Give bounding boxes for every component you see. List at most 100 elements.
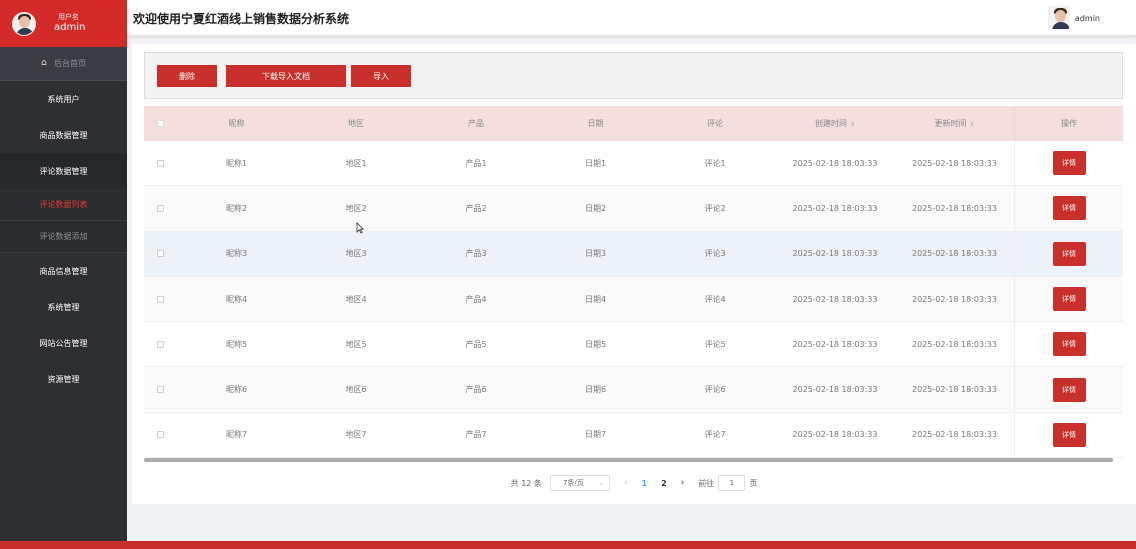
cell-updated: 2025-02-18 18:03:33: [912, 294, 997, 304]
cell-actions: 详情: [1014, 231, 1123, 276]
cell-name: 昵称2: [225, 203, 248, 213]
detail-button[interactable]: 详情: [1052, 151, 1086, 176]
cell-created: 2025-02-18 18:03:33: [792, 430, 878, 440]
sidebar-subitem-review-list[interactable]: 评论数据列表: [0, 189, 127, 221]
detail-button[interactable]: 详情: [1052, 422, 1086, 447]
cell-name: 昵称4: [225, 294, 248, 304]
cell-review: 评论4: [704, 294, 726, 304]
import-button[interactable]: 导入: [351, 65, 411, 87]
row-checkbox[interactable]: [144, 340, 177, 348]
page-title: 欢迎使用宁夏红酒线上销售数据分析系统: [133, 12, 350, 26]
cell-product: 产品7: [465, 430, 487, 440]
toolbar: 删除 下载导入文档 导入: [144, 52, 1123, 99]
table-row[interactable]: 昵称6 地区6 产品6 日期6 评论6 2025-02-18 18:03:33 2025-0…: [144, 367, 1123, 413]
role-label: 用户名: [58, 13, 79, 22]
sidebar-item-announcements[interactable]: 网站公告管理: [0, 325, 127, 361]
detail-button[interactable]: 详情: [1052, 241, 1086, 266]
avatar[interactable]: [1047, 6, 1070, 30]
sidebar-item-home[interactable]: ⌂ 后台首页: [0, 47, 127, 81]
pagination: 共 12 条 7条/页 ⌄ ‹ 1 2 › 前往 1 页: [132, 474, 1136, 492]
sidebar: 用户名 admin ⌂ 后台首页 系统用户 商品数据管理 评论数据管理 评论数据…: [0, 0, 127, 549]
chevron-down-icon: ⌄: [598, 479, 604, 487]
detail-button[interactable]: 详情: [1052, 196, 1086, 221]
cell-name: 昵称3: [225, 249, 248, 259]
table-row[interactable]: 昵称3 地区3 产品3 日期3 评论3 2025-02-18 18:03:33 2025-0…: [144, 231, 1123, 277]
home-icon: ⌂: [41, 58, 47, 68]
page-number[interactable]: 2: [661, 479, 667, 488]
chevron-right-icon[interactable]: ›: [681, 478, 685, 488]
column-header-date: 日期: [587, 119, 604, 128]
cell-created: 2025-02-18 18:03:33: [792, 249, 878, 259]
sidebar-item-label: 后台首页: [54, 59, 86, 68]
sidebar-item-product-info[interactable]: 商品信息管理: [0, 253, 127, 289]
total-count: 共 12 条: [510, 478, 542, 488]
cell-updated: 2025-02-18 18:03:33: [912, 249, 997, 259]
cell-created: 2025-02-18 18:03:33: [792, 294, 878, 304]
cell-created: 2025-02-18 18:03:33: [792, 339, 878, 349]
cell-product: 产品6: [465, 385, 487, 395]
header-username: admin: [1074, 13, 1100, 23]
cell-actions: 详情: [1014, 322, 1123, 367]
header-user[interactable]: admin: [1047, 6, 1100, 30]
cell-product: 产品3: [465, 249, 487, 259]
download-template-button[interactable]: 下载导入文档: [226, 65, 346, 87]
sidebar-item-review-data[interactable]: 评论数据管理: [0, 153, 127, 189]
page-size-select[interactable]: 7条/页 ⌄: [549, 475, 610, 491]
cell-actions: 详情: [1014, 141, 1123, 186]
row-checkbox[interactable]: [144, 250, 177, 258]
mouse-cursor-icon: [356, 222, 364, 234]
table-row[interactable]: 昵称1 地区1 产品1 日期1 评论1 2025-02-18 18:03:33 2025-0…: [144, 141, 1123, 187]
sidebar-item-system-users[interactable]: 系统用户: [0, 81, 127, 117]
cell-product: 产品1: [465, 158, 487, 168]
table-row[interactable]: 昵称5 地区5 产品5 日期5 评论5 2025-02-18 18:03:33 2025-0…: [144, 322, 1123, 368]
cell-created: 2025-02-18 18:03:33: [792, 203, 878, 213]
cell-review: 评论3: [704, 249, 726, 259]
cell-actions: 详情: [1014, 186, 1123, 231]
sidebar-subitem-review-add[interactable]: 评论数据添加: [0, 221, 127, 253]
sidebar-item-product-data[interactable]: 商品数据管理: [0, 117, 127, 153]
table-row[interactable]: 昵称4 地区4 产品4 日期4 评论4 2025-02-18 18:03:33 2025-0…: [144, 276, 1123, 323]
row-checkbox[interactable]: [144, 386, 177, 394]
cell-name: 昵称6: [225, 385, 248, 395]
cell-area: 地区1: [345, 158, 367, 168]
sidebar-item-system-management[interactable]: 系统管理: [0, 289, 127, 325]
select-all-checkbox[interactable]: [144, 120, 177, 127]
column-header-area: 地区: [348, 119, 364, 128]
cell-actions: 详情: [1014, 412, 1123, 458]
column-header-updated[interactable]: 更新时间 ⇕: [895, 118, 1014, 129]
page-number[interactable]: 1: [642, 479, 648, 488]
cell-date: 日期7: [584, 430, 607, 440]
cell-date: 日期5: [584, 339, 607, 349]
cell-review: 评论7: [704, 430, 726, 440]
bottom-bar: [0, 541, 1136, 549]
sort-icon[interactable]: ⇕: [969, 121, 974, 128]
detail-button[interactable]: 详情: [1052, 377, 1086, 402]
table-row[interactable]: 昵称7 地区7 产品7 日期7 评论7 2025-02-18 18:03:33 2025-0…: [144, 412, 1123, 459]
chevron-left-icon[interactable]: ‹: [624, 478, 628, 488]
row-checkbox[interactable]: [144, 159, 177, 167]
cell-actions: 详情: [1014, 276, 1123, 322]
cell-date: 日期4: [584, 294, 607, 304]
column-header-product: 产品: [468, 119, 484, 128]
column-header-created[interactable]: 创建时间 ⇕: [775, 118, 895, 129]
cell-created: 2025-02-18 18:03:33: [792, 385, 878, 395]
goto-page-input[interactable]: 1: [718, 475, 746, 491]
sort-icon[interactable]: ⇕: [850, 121, 855, 128]
row-checkbox[interactable]: [144, 295, 177, 303]
row-checkbox[interactable]: [144, 204, 177, 212]
avatar[interactable]: [12, 11, 36, 36]
column-header-review: 评论: [707, 119, 723, 128]
detail-button[interactable]: 详情: [1052, 332, 1086, 357]
cell-updated: 2025-02-18 18:03:33: [912, 203, 997, 213]
cell-product: 产品2: [465, 203, 487, 213]
cell-actions: 详情: [1014, 367, 1123, 412]
cell-name: 昵称5: [225, 339, 248, 349]
sidebar-item-resources[interactable]: 资源管理: [0, 361, 127, 397]
table-row[interactable]: 昵称2 地区2 产品2 日期2 评论2 2025-02-18 18:03:33 2025-0…: [144, 186, 1123, 232]
row-checkbox[interactable]: [144, 431, 177, 439]
detail-button[interactable]: 详情: [1052, 287, 1086, 312]
horizontal-scrollbar[interactable]: [144, 458, 1113, 462]
cell-date: 日期2: [584, 203, 607, 213]
main-panel: 删除 下载导入文档 导入 昵称 地区 产品 日期 评论 创建时间 ⇕ 更新时间 ⇕ …: [132, 44, 1136, 504]
delete-button[interactable]: 删除: [157, 65, 217, 87]
